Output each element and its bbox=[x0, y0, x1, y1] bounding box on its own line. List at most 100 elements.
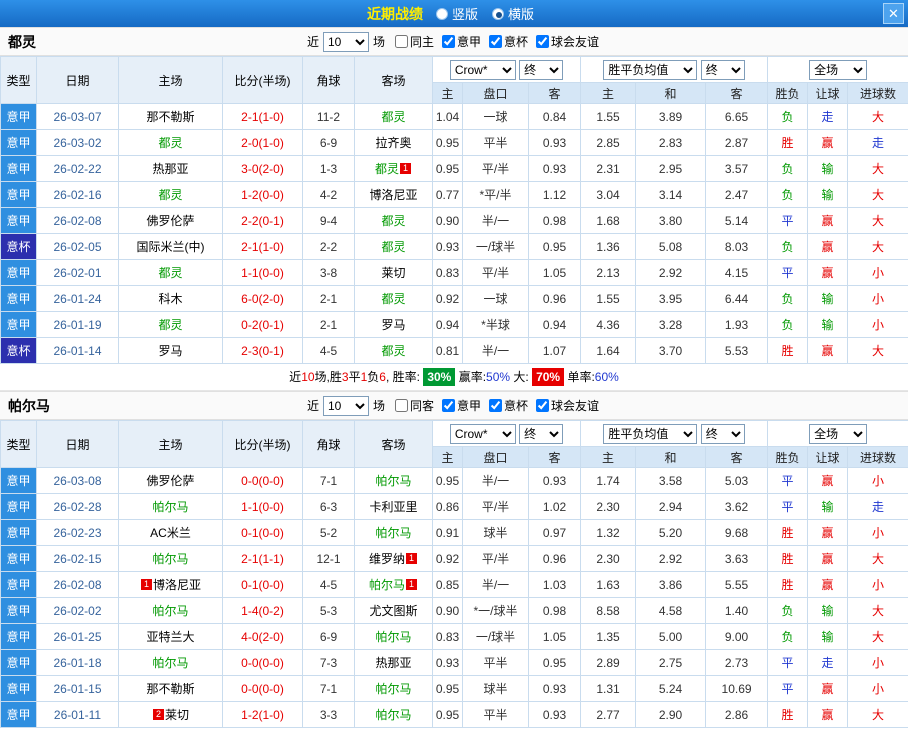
summary-part: 平 bbox=[348, 370, 361, 384]
scope-dropdown-cell: 全场 bbox=[767, 56, 908, 83]
goals-result-cell: 大 bbox=[847, 545, 908, 572]
filter-checkbox[interactable]: 意杯 bbox=[483, 33, 528, 50]
checkbox-input[interactable] bbox=[536, 399, 550, 412]
team-name: 帕尔马 bbox=[152, 656, 189, 670]
avg-home-cell: 1.68 bbox=[580, 207, 637, 234]
handicap-cell: *平/半 bbox=[462, 181, 529, 208]
handicap-cell: 平/半 bbox=[462, 259, 529, 286]
away-odds-cell: 0.95 bbox=[527, 649, 582, 676]
away-team-cell: 都灵 bbox=[354, 207, 433, 234]
checkbox-input[interactable] bbox=[394, 399, 408, 412]
close-icon[interactable]: ✕ bbox=[883, 3, 904, 24]
filter-checkbox[interactable]: 球会友谊 bbox=[530, 33, 599, 50]
team-name: 都灵 bbox=[374, 162, 399, 176]
result-cell: 胜 bbox=[767, 545, 809, 572]
handicap-cell: 平/半 bbox=[462, 493, 529, 520]
radio-vertical-layout[interactable]: 竖版 bbox=[435, 4, 478, 23]
avg-state-select[interactable]: 终 bbox=[700, 59, 745, 80]
checkbox-input[interactable] bbox=[489, 35, 503, 48]
odds-state-select[interactable]: 终 bbox=[519, 59, 564, 80]
team-name: 帕尔马 bbox=[375, 526, 412, 540]
avg-home-cell: 1.36 bbox=[580, 233, 637, 260]
score-cell: 0-1(0-0) bbox=[222, 519, 303, 546]
handicap-result-cell: 赢 bbox=[807, 675, 849, 702]
team-name: 都灵 bbox=[158, 136, 183, 150]
filter-checkbox[interactable]: 同主 bbox=[389, 33, 434, 50]
avg-home-cell: 1.64 bbox=[580, 337, 637, 364]
filter-checkbox[interactable]: 同客 bbox=[389, 397, 434, 414]
filter-checkbox[interactable]: 球会友谊 bbox=[530, 397, 599, 414]
avg-select[interactable]: 胜平负均值 bbox=[603, 59, 698, 80]
checkbox-label: 同主 bbox=[409, 35, 434, 49]
away-team-cell: 卡利亚里 bbox=[354, 493, 433, 520]
date-cell: 26-02-15 bbox=[36, 545, 119, 572]
result-cell: 平 bbox=[767, 259, 809, 286]
match-row: 意甲 26-01-15 那不勒斯 0-0(0-0) 7-1 帕尔马 0.95 球半 0.93 1.… bbox=[0, 675, 908, 702]
subheader-avg-draw: 和 bbox=[635, 82, 707, 104]
col-header-home: 主场 bbox=[118, 420, 223, 468]
corner-cell: 4-2 bbox=[302, 181, 355, 208]
filter-checkbox[interactable]: 意甲 bbox=[436, 33, 481, 50]
bookmaker-select[interactable]: Crow* bbox=[449, 59, 516, 80]
col-header-away: 客场 bbox=[354, 56, 433, 104]
avg-home-cell: 2.77 bbox=[580, 701, 637, 728]
handicap-cell: 一/球半 bbox=[462, 623, 529, 650]
subheader-result: 胜负 bbox=[767, 446, 809, 468]
odds-state-select[interactable]: 终 bbox=[519, 423, 564, 444]
recent-results-popup: 近期战绩 竖版 横版 ✕ 都灵 近 10 场 同主 意甲 意杯 球会友谊 类型 … bbox=[0, 0, 908, 749]
home-odds-cell: 0.83 bbox=[432, 623, 463, 650]
result-cell: 平 bbox=[767, 493, 809, 520]
radio-icon bbox=[492, 7, 504, 20]
avg-state-select[interactable]: 终 bbox=[700, 423, 745, 444]
match-count-select[interactable]: 10 bbox=[322, 395, 369, 416]
avg-draw-cell: 2.92 bbox=[635, 545, 707, 572]
scope-select[interactable]: 全场 bbox=[809, 423, 868, 444]
filter-checkbox[interactable]: 意杯 bbox=[483, 397, 528, 414]
scope-select[interactable]: 全场 bbox=[809, 59, 868, 80]
avg-home-cell: 1.31 bbox=[580, 675, 637, 702]
odds-dropdowns: Crow* 终 bbox=[431, 420, 582, 447]
corner-cell: 3-8 bbox=[302, 259, 355, 286]
team-name: 莱切 bbox=[381, 266, 406, 280]
corner-cell: 6-3 bbox=[302, 493, 355, 520]
away-team-cell: 维罗纳 1 bbox=[354, 545, 433, 572]
checkbox-input[interactable] bbox=[394, 35, 408, 48]
radio-label: 竖版 bbox=[451, 7, 478, 22]
goals-result-cell: 大 bbox=[847, 181, 908, 208]
score-cell: 6-0(2-0) bbox=[222, 285, 303, 312]
team-name: 罗马 bbox=[381, 318, 406, 332]
away-team-cell: 尤文图斯 bbox=[354, 597, 433, 624]
checkbox-input[interactable] bbox=[442, 35, 455, 48]
subheader-avg-home: 主 bbox=[580, 82, 637, 104]
date-cell: 26-01-11 bbox=[36, 701, 119, 728]
avg-select[interactable]: 胜平负均值 bbox=[603, 423, 698, 444]
corner-cell: 2-1 bbox=[302, 311, 355, 338]
avg-home-cell: 2.89 bbox=[580, 649, 637, 676]
handicap-result-cell: 输 bbox=[807, 493, 849, 520]
subheader-odds-home: 主 bbox=[432, 82, 463, 104]
result-cell: 胜 bbox=[767, 519, 809, 546]
radio-horizontal-layout[interactable]: 横版 bbox=[492, 4, 534, 23]
corner-cell: 6-9 bbox=[302, 623, 355, 650]
section-header: 都灵 近 10 场 同主 意甲 意杯 球会友谊 bbox=[0, 27, 908, 56]
checkbox-input[interactable] bbox=[442, 399, 455, 412]
league-cell: 意甲 bbox=[0, 701, 37, 728]
match-row: 意甲 26-03-07 那不勒斯 2-1(1-0) 11-2 都灵 1.04 一球 0.84 1.… bbox=[0, 103, 908, 130]
checkbox-input[interactable] bbox=[536, 35, 550, 48]
checkbox-input[interactable] bbox=[489, 399, 503, 412]
bookmaker-select[interactable]: Crow* bbox=[449, 423, 516, 444]
record-summary: 近10场,胜3平1负6, 胜率: 30% 赢率:50% 大: 70% 单率:60… bbox=[0, 364, 908, 391]
score-cell: 1-2(1-0) bbox=[222, 701, 303, 728]
filter-checkbox[interactable]: 意甲 bbox=[436, 397, 481, 414]
team-name: 帕尔马 bbox=[152, 500, 189, 514]
home-team-cell: 帕尔马 bbox=[118, 649, 223, 676]
home-team-cell: AC米兰 bbox=[118, 519, 223, 546]
match-count-select[interactable]: 10 bbox=[322, 31, 369, 52]
corner-cell: 9-4 bbox=[302, 207, 355, 234]
avg-away-cell: 3.63 bbox=[705, 545, 769, 572]
league-filters: 同主 意甲 意杯 球会友谊 bbox=[389, 33, 601, 50]
home-odds-cell: 0.77 bbox=[432, 181, 463, 208]
league-cell: 意甲 bbox=[0, 155, 37, 182]
handicap-result-cell: 输 bbox=[807, 155, 849, 182]
handicap-cell: 平半 bbox=[462, 649, 529, 676]
